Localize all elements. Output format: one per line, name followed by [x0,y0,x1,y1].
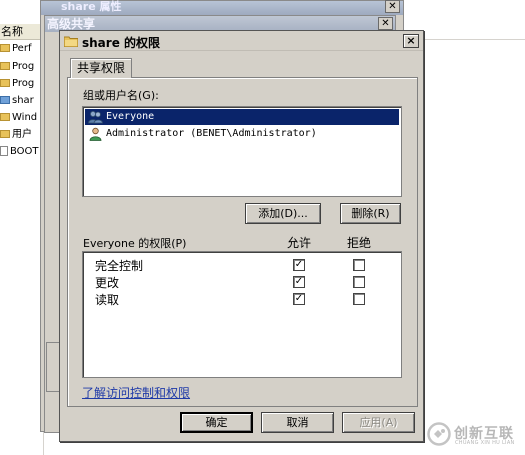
user-name: Everyone [106,111,155,122]
cancel-button[interactable]: 取消 [261,412,334,433]
ok-button[interactable]: 确定 [180,412,253,433]
advanced-sharing-close-button[interactable]: ✕ [378,17,393,30]
list-item[interactable]: Perf [0,40,44,57]
folder-icon [64,36,78,47]
watermark: 创新互联 CHUANG XIN HU LIAN [427,420,525,450]
list-item-label: Prog [12,61,35,72]
help-link[interactable]: 了解访问控制和权限 [82,384,190,401]
user-listbox[interactable]: Everyone Administrator (BENET\Administra… [82,106,402,197]
apply-button[interactable]: 应用(A) [342,412,415,433]
file-icon [0,146,8,156]
list-item[interactable]: Administrator (BENET\Administrator) [85,126,399,142]
group-users-label: 组或用户名(G): [83,89,159,102]
list-item[interactable]: BOOT [0,143,44,160]
folder-icon [0,113,10,121]
close-button[interactable]: × [403,34,419,48]
tab-share-permissions[interactable]: 共享权限 [70,58,132,78]
properties-title: share 属性 [61,0,122,13]
dialog-titlebar: share 的权限 × [60,31,423,51]
explorer-content-area [425,0,525,455]
deny-header: 拒绝 [347,236,372,250]
properties-titlebar: share 属性 [41,1,403,15]
properties-close-button[interactable]: ✕ [385,0,400,13]
folder-icon [0,130,10,138]
add-button[interactable]: 添加(D)... [245,203,321,224]
permission-name: 更改 [95,276,120,290]
list-item[interactable]: 用户 [0,126,44,143]
list-item-label: Prog [12,78,35,89]
background-button-edge [46,342,60,392]
advanced-sharing-title: 高级共享 [47,17,96,31]
admin-user-icon [89,127,102,141]
folder-icon [0,44,10,52]
allow-header: 允许 [287,236,312,250]
allow-change-checkbox[interactable]: ✓ [293,276,305,288]
remove-button[interactable]: 删除(R) [340,203,401,224]
list-item-label: BOOT [10,146,39,157]
list-item-label: shar [12,95,34,106]
group-users-icon [88,111,103,124]
list-item-label: 用户 [12,129,32,140]
permission-name: 完全控制 [95,259,144,273]
folder-icon [0,62,10,70]
list-item-label: Wind [12,112,38,123]
dialog-title: share 的权限 [82,36,161,50]
shared-folder-icon [0,96,10,104]
list-item[interactable]: Everyone [85,109,399,125]
watermark-sub: CHUANG XIN HU LIAN [455,440,515,446]
list-item[interactable]: Wind [0,109,44,126]
permissions-dialog: share 的权限 × 共享权限 组或用户名(G): Everyone Admi… [59,30,424,442]
deny-change-checkbox[interactable] [353,276,365,288]
permissions-list: 完全控制 ✓ 更改 ✓ 读取 ✓ [82,251,402,378]
allow-read-checkbox[interactable]: ✓ [293,293,305,305]
table-row: 完全控制 ✓ [83,256,401,273]
list-item-label: Perf [12,43,32,54]
list-item[interactable]: shar [0,92,44,109]
user-name: Administrator (BENET\Administrator) [106,128,317,139]
folder-icon [0,79,10,87]
deny-read-checkbox[interactable] [353,293,365,305]
permission-name: 读取 [95,293,120,307]
table-row: 更改 ✓ [83,273,401,290]
deny-full-control-checkbox[interactable] [353,259,365,271]
allow-full-control-checkbox[interactable]: ✓ [293,259,305,271]
list-item[interactable]: Prog [0,75,44,92]
column-header-name[interactable]: 名称 [0,24,44,40]
brand-logo-icon [427,422,451,446]
table-row: 读取 ✓ [83,290,401,307]
list-item[interactable]: Prog [0,58,44,75]
permissions-label: Everyone 的权限(P) [83,237,187,250]
explorer-file-list: 名称 Perf Prog Prog shar Wind 用户 BOOT [0,0,44,455]
